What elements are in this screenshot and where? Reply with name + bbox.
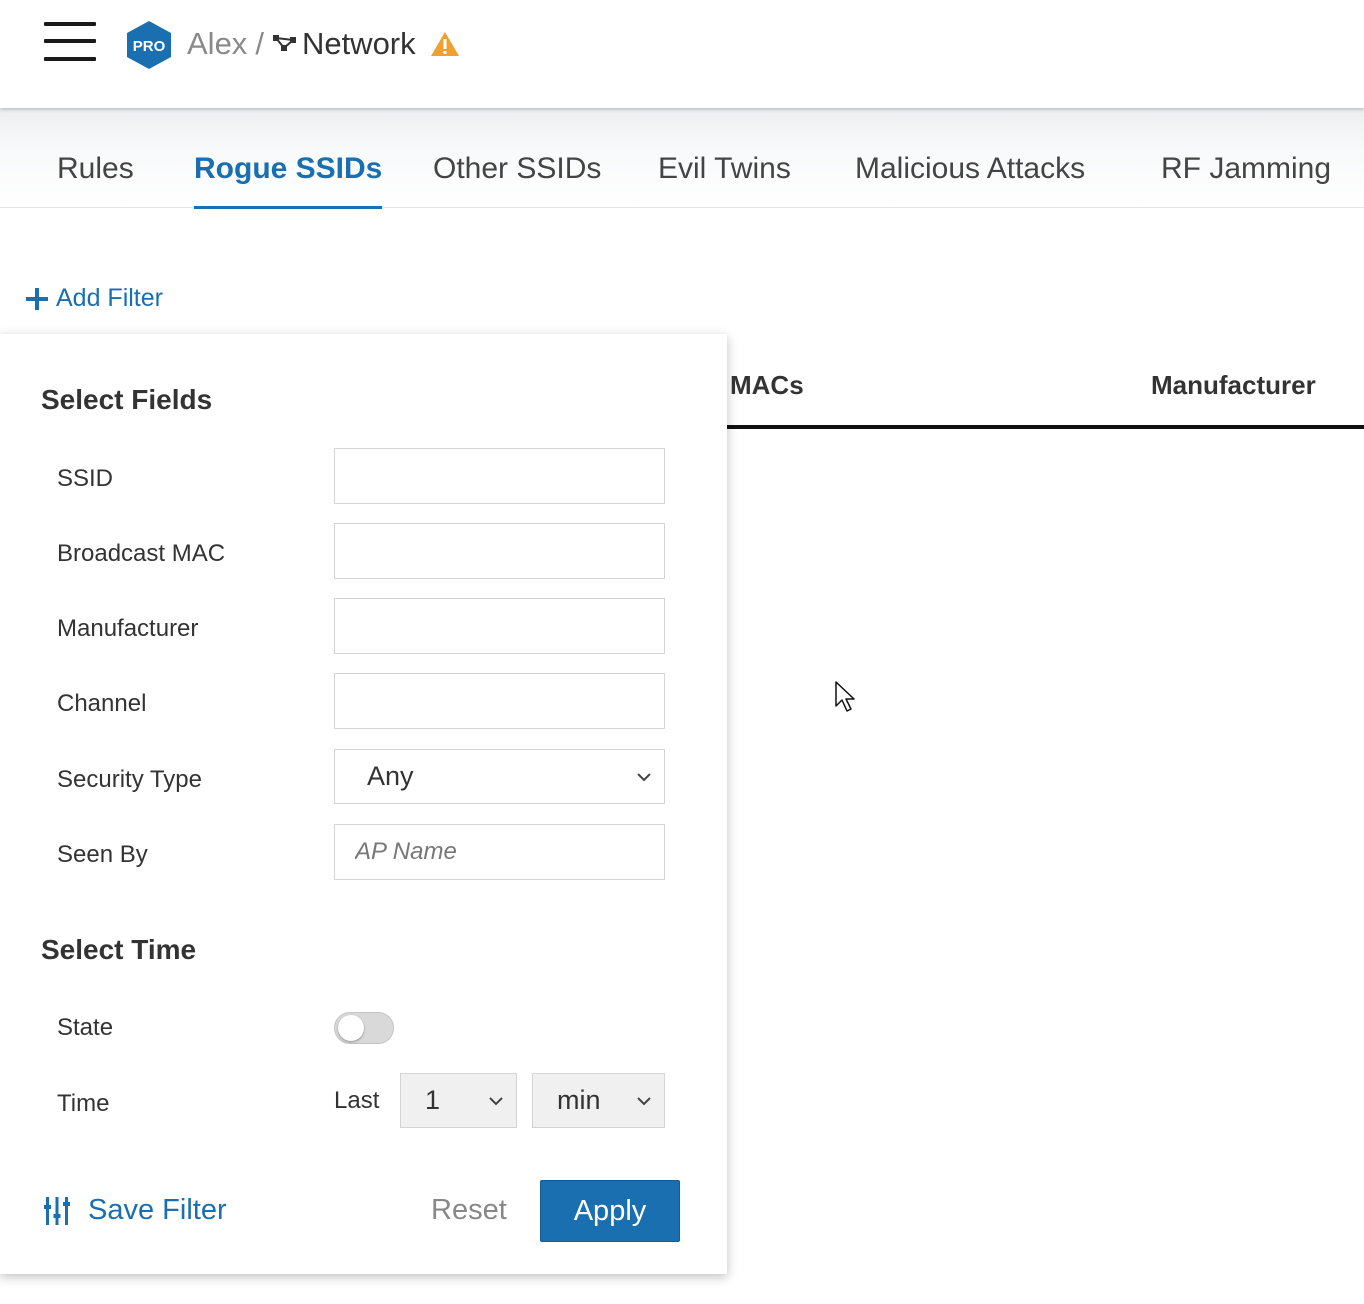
tab-malicious-attacks[interactable]: Malicious Attacks [855,152,1085,206]
time-unit-value: min [557,1085,601,1115]
broadcast-mac-input[interactable] [334,523,665,579]
time-label: Time [57,1090,110,1117]
pro-badge-hexagon-icon: PRO [127,21,171,69]
save-filter-button[interactable]: Save Filter [44,1194,227,1227]
select-fields-title: Select Fields [41,384,213,415]
pro-badge-text: PRO [133,38,166,55]
sliders-icon [44,1196,70,1225]
breadcrumb: Alex / Network [187,24,460,64]
warning-icon[interactable] [430,30,460,58]
tab-bar: Rules Rogue SSIDs Other SSIDs Evil Twins… [0,108,1364,209]
chevron-down-icon [637,1096,651,1105]
security-type-value: Any [367,761,414,791]
ssid-input[interactable] [334,448,665,504]
broadcast-mac-label: Broadcast MAC [57,540,226,567]
plus-icon [26,287,48,310]
add-filter-label: Add Filter [56,284,163,312]
seen-by-label: Seen By [57,841,148,868]
time-unit-select[interactable]: min [532,1073,665,1128]
pro-badge: PRO [126,20,172,70]
column-header-macs[interactable]: MACs [730,370,804,401]
select-time-title: Select Time [41,934,197,965]
table-header-divider [727,425,1364,429]
tab-rf-jamming[interactable]: RF Jamming [1161,152,1331,206]
tab-other-ssids[interactable]: Other SSIDs [433,152,601,206]
chevron-down-icon [637,772,651,781]
ssid-label: SSID [57,465,114,492]
channel-label: Channel [57,690,147,717]
filter-panel: Select Fields SSID Broadcast MAC Manufac… [0,334,727,1274]
time-amount-select[interactable]: 1 [400,1073,517,1128]
state-toggle[interactable] [334,1012,394,1044]
tab-evil-twins[interactable]: Evil Twins [658,152,791,206]
tab-rules[interactable]: Rules [57,152,134,206]
breadcrumb-network[interactable]: Network [302,26,416,62]
chevron-down-icon [489,1096,503,1105]
time-amount-value: 1 [425,1085,441,1115]
mouse-pointer-icon [835,681,855,712]
state-label: State [57,1014,114,1041]
top-bar: PRO Alex / Network [0,0,1364,108]
security-type-select[interactable]: Any [334,749,665,804]
seen-by-input[interactable] [334,824,665,880]
breadcrumb-separator: / [255,26,264,61]
column-header-manufacturer[interactable]: Manufacturer [1151,370,1316,401]
state-toggle-knob [338,1015,364,1041]
channel-input[interactable] [334,673,665,729]
reset-button[interactable]: Reset [431,1194,507,1227]
apply-button[interactable]: Apply [540,1180,680,1242]
menu-icon[interactable] [44,22,96,62]
time-last-label: Last [334,1087,380,1114]
add-filter-button[interactable]: Add Filter [24,284,163,313]
manufacturer-input[interactable] [334,598,665,654]
security-type-label: Security Type [57,766,202,793]
manufacturer-label: Manufacturer [57,615,199,642]
tab-rogue-ssids[interactable]: Rogue SSIDs [194,152,383,209]
network-topology-icon [272,35,296,51]
breadcrumb-user[interactable]: Alex [187,26,247,62]
save-filter-label: Save Filter [88,1194,227,1226]
